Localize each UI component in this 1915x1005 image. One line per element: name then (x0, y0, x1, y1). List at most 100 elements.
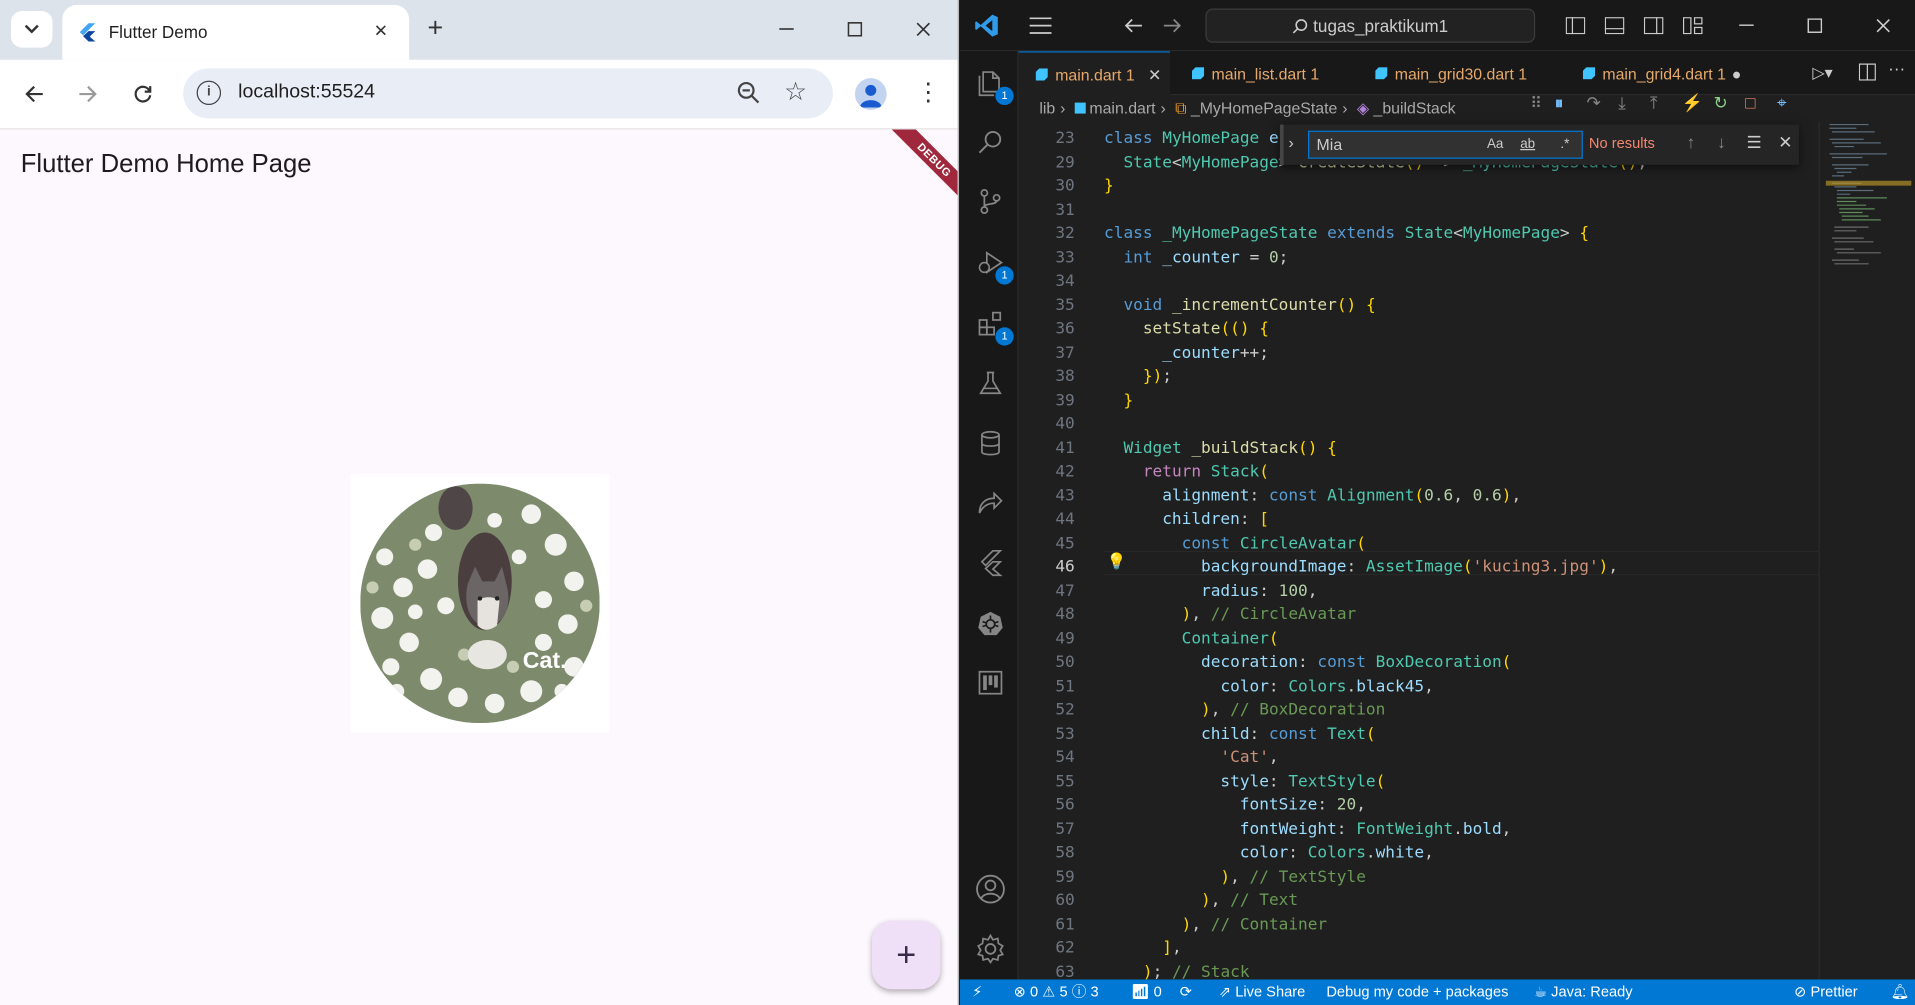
breadcrumb-file[interactable]: main.dart (1089, 99, 1155, 117)
code-text[interactable]: ], (1104, 937, 1181, 961)
more-menu-icon[interactable]: ⋮ (916, 77, 940, 109)
breadcrumb-folder[interactable]: lib (1039, 99, 1055, 117)
code-line[interactable]: 49 Container( (1019, 627, 1819, 651)
code-line[interactable]: 57 fontWeight: FontWeight.bold, (1019, 818, 1819, 842)
close-window-icon[interactable] (1871, 13, 1895, 37)
java-status[interactable]: ☕︎ Java: Ready (1534, 979, 1633, 1005)
browser-tab[interactable]: Flutter Demo ✕ (62, 4, 410, 60)
hot-reload-icon[interactable]: ⚡ (1682, 93, 1703, 114)
minimap[interactable] (1818, 122, 1915, 980)
code-text[interactable]: 'Cat', (1104, 746, 1278, 770)
code-text[interactable]: ), // Container (1104, 913, 1327, 937)
code-text[interactable]: ), // BoxDecoration (1104, 699, 1385, 723)
site-info-icon[interactable]: i (196, 80, 222, 106)
code-line[interactable]: 36 setState(() { (1019, 318, 1819, 342)
code-text[interactable]: } (1104, 389, 1133, 413)
editor-tab-main-dart[interactable]: main.dart 1 ✕ (1018, 51, 1171, 96)
code-line[interactable]: 50 decoration: const BoxDecoration( (1019, 651, 1819, 675)
code-text[interactable]: color: Colors.black45, (1104, 675, 1433, 699)
customize-layout-icon[interactable] (1681, 13, 1705, 37)
code-line[interactable]: 35 void _incrementCounter() { (1019, 294, 1819, 318)
close-window-icon[interactable] (909, 15, 938, 44)
code-editor[interactable]: 23class MyHomePage e29 State<MyHomePage>… (1019, 122, 1819, 981)
code-text[interactable]: setState(() { (1104, 318, 1269, 342)
maximize-icon[interactable] (1803, 13, 1827, 37)
code-text[interactable]: fontWeight: FontWeight.bold, (1104, 818, 1512, 842)
menu-icon[interactable] (1028, 13, 1052, 37)
code-text[interactable]: ), // CircleAvatar (1104, 603, 1357, 627)
find-input[interactable]: Mia Aa ab .* (1308, 130, 1583, 159)
arrow-down-icon[interactable]: ↓ (1717, 132, 1726, 152)
testing-flask-icon[interactable] (975, 368, 1007, 400)
profile-avatar-icon[interactable] (854, 78, 887, 110)
flutter-icon[interactable] (975, 547, 1007, 579)
code-text[interactable]: child: const Text( (1104, 722, 1376, 746)
step-out-icon[interactable]: ⤒ (1650, 93, 1658, 114)
project-board-icon[interactable] (975, 667, 1007, 699)
code-text[interactable]: radius: 100, (1104, 580, 1317, 604)
restart-icon[interactable]: ↻ (1713, 93, 1727, 114)
close-find-icon[interactable]: ✕ (1778, 132, 1792, 153)
breadcrumb-class[interactable]: _MyHomePageState (1191, 99, 1337, 117)
code-line[interactable]: 59 ), // TextStyle (1019, 865, 1819, 889)
code-text[interactable]: Widget _buildStack() { (1104, 437, 1336, 461)
address-bar[interactable]: i localhost:55524 ☆ (183, 68, 833, 119)
extensions-icon[interactable]: 1 (975, 308, 1014, 346)
remote-explorer-icon[interactable] (975, 487, 1007, 519)
lightbulb-icon[interactable]: 💡 (1106, 553, 1126, 571)
open-devtools-icon[interactable]: ⌖ (1777, 93, 1787, 114)
code-line[interactable]: 37 _counter++; (1019, 341, 1819, 365)
run-icon[interactable]: ⟳ (1180, 979, 1192, 1005)
code-line[interactable]: 55 style: TextStyle( (1019, 770, 1819, 794)
increment-fab-button[interactable]: + (872, 920, 941, 990)
toggle-panel-icon[interactable] (1602, 13, 1626, 37)
maximize-icon[interactable] (840, 15, 869, 44)
editor-tab-main-list-dart[interactable]: main_list.dart 1 (1175, 51, 1353, 95)
notifications-bell-icon[interactable]: 🔔︎ (1891, 979, 1910, 1005)
match-whole-word-icon[interactable]: ab (1520, 132, 1535, 158)
code-line[interactable]: 53 child: const Text( (1019, 722, 1819, 746)
nav-back-icon[interactable] (1121, 13, 1145, 37)
code-text[interactable]: const CircleAvatar( (1104, 532, 1366, 556)
code-line[interactable]: 32 class _MyHomePageState extends State<M… (1019, 222, 1819, 246)
code-text[interactable]: _counter++; (1104, 341, 1269, 365)
match-case-icon[interactable]: Aa (1487, 132, 1503, 158)
forward-icon[interactable] (72, 78, 104, 110)
source-control-icon[interactable] (975, 186, 1007, 218)
code-line[interactable]: 48 ), // CircleAvatar (1019, 603, 1819, 627)
debug-mode-label[interactable]: Debug my code + packages (1326, 979, 1508, 1005)
zoom-icon[interactable] (735, 79, 762, 106)
settings-gear-icon[interactable] (975, 933, 1007, 965)
code-line[interactable]: 46 backgroundImage: AssetImage('kucing3.… (1019, 556, 1819, 580)
code-line[interactable]: 52 ), // BoxDecoration (1019, 699, 1819, 723)
split-editor-icon[interactable] (1858, 63, 1876, 87)
code-line[interactable]: 30} (1019, 175, 1819, 199)
explorer-icon[interactable]: 1 (975, 67, 1014, 106)
code-line[interactable]: 38 }); (1019, 365, 1819, 389)
remote-indicator-icon[interactable]: ⚡︎ (972, 979, 982, 1005)
code-line[interactable]: 33 int _counter = 0; (1019, 246, 1819, 270)
step-into-icon[interactable]: ⤓ (1618, 93, 1626, 114)
ports-indicator[interactable]: 📶︎ 0 (1131, 979, 1162, 1005)
bookmark-star-icon[interactable]: ☆ (784, 77, 807, 108)
code-line[interactable]: 45 const CircleAvatar( (1019, 532, 1819, 556)
code-line[interactable]: 41 Widget _buildStack() { (1019, 437, 1819, 461)
step-over-icon[interactable]: ↷ (1586, 93, 1600, 114)
code-line[interactable]: 51 color: Colors.black45, (1019, 675, 1819, 699)
code-text[interactable]: backgroundImage: AssetImage('kucing3.jpg… (1104, 556, 1618, 580)
code-text[interactable]: void _incrementCounter() { (1104, 294, 1375, 318)
code-text[interactable]: Container( (1104, 627, 1279, 651)
tab-search-button[interactable] (10, 10, 53, 48)
code-line[interactable]: 56 fontSize: 20, (1019, 794, 1819, 818)
back-icon[interactable] (18, 78, 50, 110)
code-text[interactable]: ), // TextStyle (1104, 865, 1365, 889)
pause-icon[interactable]: ⏸ (1555, 93, 1564, 114)
drag-handle-icon[interactable]: ⠿ (1530, 94, 1542, 114)
minimize-icon[interactable] (772, 15, 801, 44)
reload-icon[interactable] (127, 78, 159, 110)
problems-indicator[interactable]: ⊗ 0 ⚠ 5 ⓘ 3 (1014, 979, 1099, 1005)
code-line[interactable]: 58 color: Colors.white, (1019, 841, 1819, 865)
code-line[interactable]: 34 (1019, 270, 1819, 294)
search-icon[interactable] (975, 126, 1007, 158)
code-line[interactable]: 60 ), // Text (1019, 889, 1819, 913)
